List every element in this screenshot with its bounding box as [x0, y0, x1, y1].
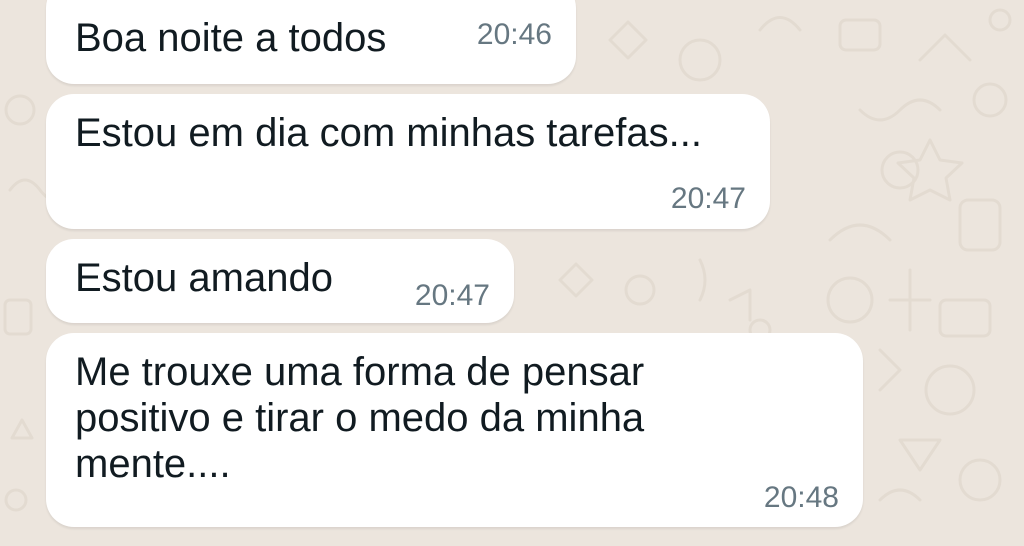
- incoming-message-bubble[interactable]: Estou amando 20:47: [46, 239, 514, 323]
- message-text: Boa noite a todos: [75, 16, 387, 60]
- incoming-message-bubble[interactable]: Boa noite a todos 20:46: [46, 0, 576, 84]
- incoming-message-bubble[interactable]: Me trouxe uma forma de pensar positivo e…: [46, 333, 863, 527]
- message-text: Estou em dia com minhas tarefas...: [75, 111, 702, 155]
- message-text: Estou amando: [75, 256, 333, 300]
- message-text: Me trouxe uma forma de pensar positivo e…: [75, 350, 645, 486]
- message-timestamp: 20:47: [670, 182, 746, 215]
- message-timestamp: 20:46: [476, 18, 552, 51]
- message-timestamp: 20:47: [414, 279, 490, 312]
- incoming-message-bubble[interactable]: Estou em dia com minhas tarefas... 20:47: [46, 94, 770, 229]
- message-timestamp: 20:48: [763, 481, 839, 514]
